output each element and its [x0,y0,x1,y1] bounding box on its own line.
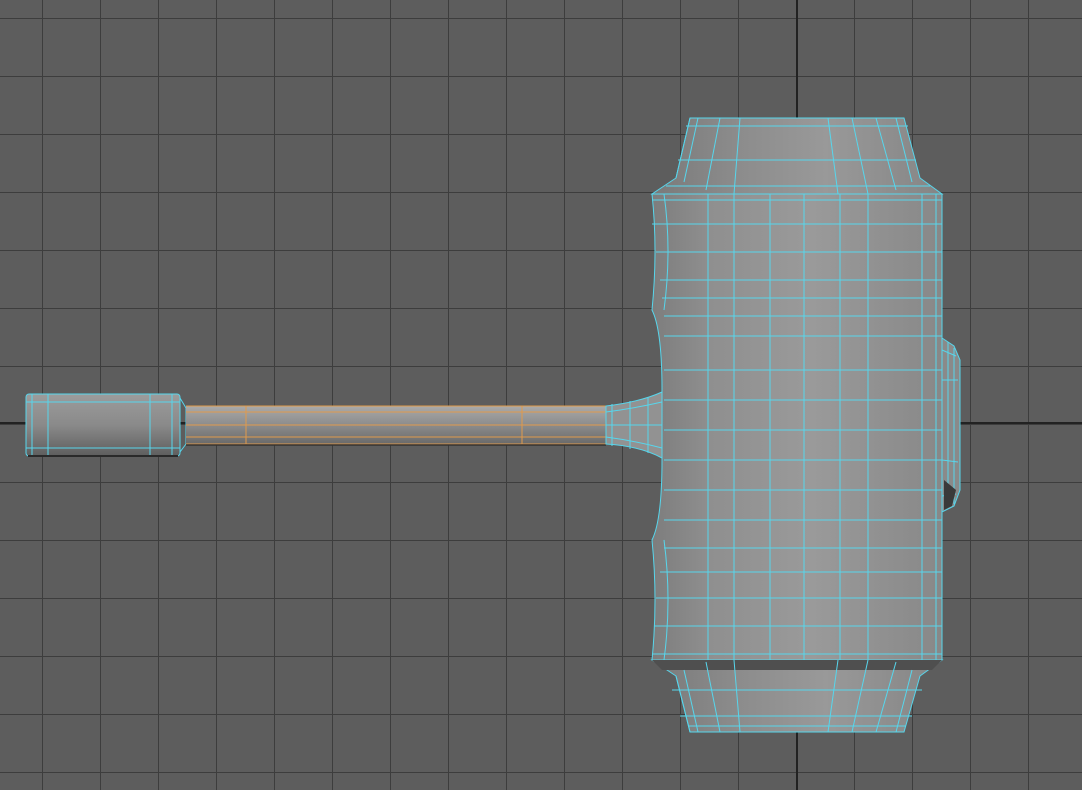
handle-shaft[interactable] [186,405,606,446]
3d-viewport[interactable] [0,0,1082,790]
hammer-mesh[interactable] [0,0,1082,790]
head-side-detail[interactable] [941,337,961,513]
handle-pommel[interactable] [25,393,187,457]
hammer-head[interactable] [650,117,944,733]
handle-neck[interactable] [605,391,663,459]
